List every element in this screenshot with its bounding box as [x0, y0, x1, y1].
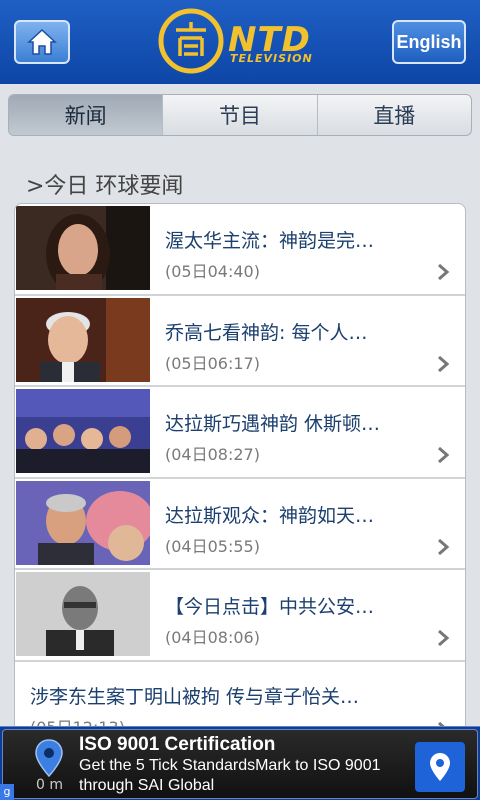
ad-description-line2: through SAI Global — [79, 777, 215, 794]
news-thumbnail — [16, 572, 150, 656]
news-title: 达拉斯观众：神韵如天… — [165, 504, 375, 527]
ad-title: ISO 9001 Certification — [79, 734, 276, 755]
ad-description-line1: Get the 5 Tick StandardsMark to ISO 9001 — [79, 757, 381, 774]
map-pin-icon — [430, 753, 450, 781]
chevron-right-icon — [438, 446, 450, 464]
ad-content[interactable]: 0 m ISO 9001 Certification Get the 5 Tic… — [2, 729, 478, 799]
chevron-right-icon — [438, 355, 450, 372]
news-item[interactable]: 【今日点击】中共公安… (04日08:06) — [15, 570, 465, 662]
news-thumbnail — [16, 206, 150, 290]
logo-subtext: TELEVISION — [230, 52, 313, 65]
news-time: (04日08:27) — [165, 445, 260, 464]
couple-interview-photo — [16, 480, 150, 565]
news-thumbnail — [16, 297, 150, 382]
logo-emblem-icon — [158, 8, 224, 74]
ad-network-badge: g — [0, 784, 14, 800]
chevron-right-icon — [438, 538, 450, 555]
woman-interview-photo — [16, 206, 150, 290]
news-title: 乔高七看神韵: 每个人… — [165, 321, 368, 344]
tab-news[interactable]: 新闻 — [9, 95, 164, 135]
news-time: (05日06:17) — [165, 353, 260, 373]
news-title: 渥太华主流：神韵是完… — [165, 230, 375, 252]
news-list: 渥太华主流：神韵是完… (05日04:40) 乔高七看神韵: 每个人… (05日… — [14, 203, 466, 800]
ad-banner[interactable]: 0 m ISO 9001 Certification Get the 5 Tic… — [0, 726, 480, 800]
news-item[interactable]: 达拉斯观众：神韵如天… (04日05:55) — [15, 479, 465, 570]
news-time: (04日05:55) — [165, 536, 260, 556]
news-item[interactable]: 渥太华主流：神韵是完… (05日04:40) — [15, 204, 465, 296]
news-item[interactable]: 乔高七看神韵: 每个人… (05日06:17) — [15, 296, 465, 387]
home-button[interactable] — [14, 20, 70, 64]
official-speaking-photo — [16, 572, 150, 656]
tab-programs[interactable]: 节目 — [163, 95, 318, 135]
tab-bar: 新闻 节目 直播 — [8, 94, 472, 136]
location-pin-icon — [35, 739, 63, 778]
chevron-right-icon — [438, 629, 450, 647]
english-button[interactable]: English — [392, 20, 466, 64]
audience-group-photo — [16, 389, 150, 473]
home-icon — [27, 28, 57, 55]
news-title: 涉李东生案丁明山被拘 传与章子怡关… — [30, 685, 360, 708]
news-item[interactable]: 达拉斯巧遇神韵 休斯顿… (04日08:27) — [15, 387, 465, 479]
news-thumbnail — [16, 480, 150, 565]
news-time: (05日04:40) — [165, 262, 260, 281]
news-time: (04日08:06) — [165, 628, 260, 647]
news-title: 达拉斯巧遇神韵 休斯顿… — [165, 413, 381, 435]
chevron-right-icon — [438, 263, 450, 281]
news-thumbnail — [16, 389, 150, 473]
ad-distance: 0 m — [36, 777, 63, 793]
ad-map-button[interactable] — [415, 742, 465, 792]
tab-live[interactable]: 直播 — [318, 95, 471, 135]
ntd-logo: NTD TELEVISION — [158, 8, 328, 74]
app-header: NTD TELEVISION English — [0, 0, 480, 84]
news-title: 【今日点击】中共公安… — [165, 596, 375, 618]
older-man-interview-photo — [16, 297, 150, 382]
section-title: >今日 环球要闻 — [26, 174, 184, 199]
